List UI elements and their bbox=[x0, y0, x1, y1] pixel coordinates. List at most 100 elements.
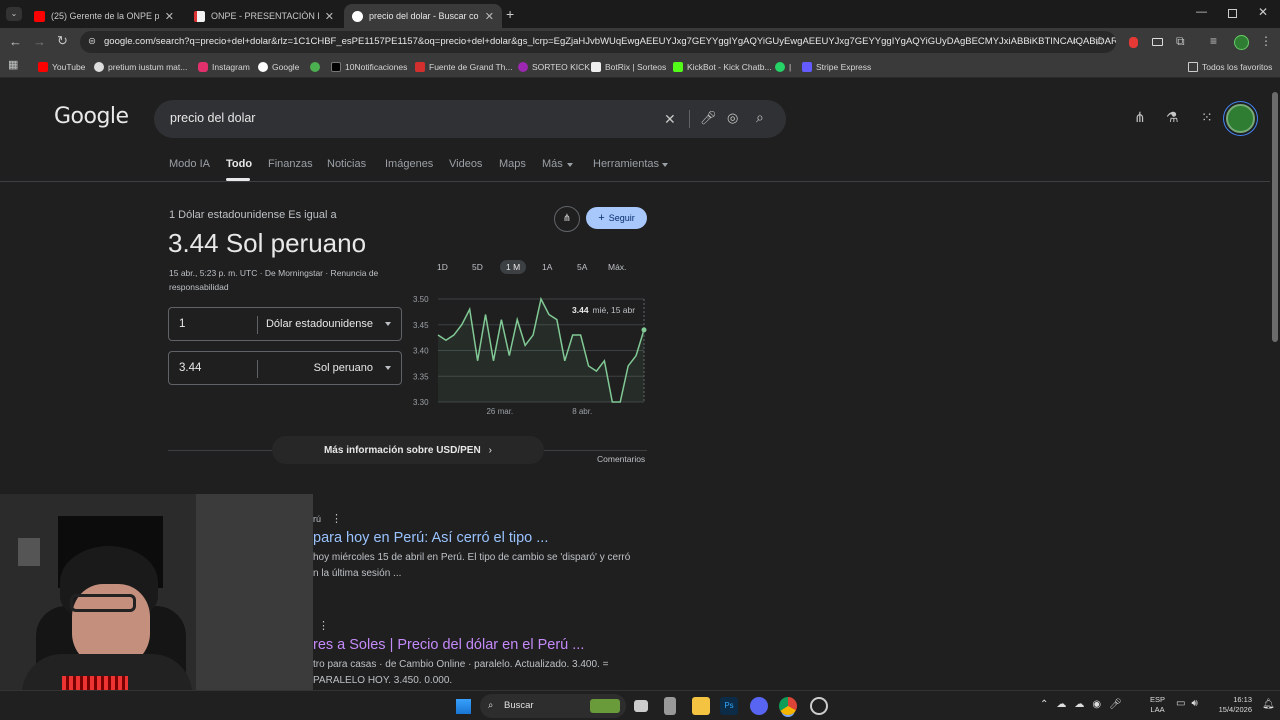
tab-imagenes[interactable]: Imágenes bbox=[385, 158, 433, 170]
window-close-icon[interactable]: ✕ bbox=[1258, 5, 1268, 19]
chart-tooltip: 3.44 mié, 15 abr bbox=[572, 305, 635, 315]
to-amount-input[interactable]: 3.44 bbox=[179, 362, 201, 374]
tab-onpe[interactable]: ONPE - PRESENTACIÓN DE RES ✕ bbox=[186, 4, 342, 28]
extension-card-icon[interactable] bbox=[1152, 38, 1163, 46]
reading-list-icon[interactable]: ≡ bbox=[1210, 35, 1217, 47]
minimize-icon[interactable]: — bbox=[1196, 6, 1207, 18]
from-amount-input[interactable]: 1 bbox=[179, 318, 185, 330]
result-title-1[interactable]: para hoy en Perú: Así cerró el tipo ... bbox=[313, 530, 548, 546]
bookmark-label: Todos los favoritos bbox=[1202, 62, 1273, 72]
search-box[interactable]: precio del dolar ✕ 🎤︎ ◎ ⌕ bbox=[154, 100, 786, 138]
more-options-icon[interactable]: ⋮ bbox=[331, 512, 342, 525]
bookmark-instagram[interactable]: Instagram bbox=[198, 60, 250, 74]
reload-icon[interactable]: ↻ bbox=[57, 34, 68, 47]
range-5d[interactable]: 5D bbox=[472, 260, 483, 274]
all-bookmarks[interactable]: Todos los favoritos bbox=[1188, 60, 1272, 74]
microphone-icon[interactable]: 🎤︎ bbox=[700, 111, 717, 124]
discord-icon[interactable] bbox=[750, 697, 768, 715]
menu-icon[interactable]: ⋮ bbox=[1260, 35, 1272, 47]
pin-app-icon[interactable] bbox=[664, 697, 676, 715]
page-scrollbar[interactable] bbox=[1270, 80, 1280, 690]
tab-maps[interactable]: Maps bbox=[499, 158, 526, 170]
tab-mas[interactable]: Más bbox=[542, 158, 563, 170]
site-info-icon[interactable]: ⊜ bbox=[88, 31, 96, 53]
range-1a[interactable]: 1A bbox=[542, 260, 552, 274]
close-icon[interactable]: ✕ bbox=[165, 10, 174, 23]
chevron-down-icon bbox=[385, 366, 391, 370]
zoom-icon[interactable]: ⌕ bbox=[1072, 36, 1078, 47]
google-logo[interactable]: Google bbox=[54, 104, 129, 129]
share-button[interactable]: ⋔ bbox=[554, 206, 580, 232]
webcam-overlay bbox=[0, 494, 313, 692]
bookmark-star-icon[interactable]: ☆ bbox=[1094, 35, 1105, 47]
result-title-2[interactable]: res a Soles | Precio del dólar en el Per… bbox=[313, 637, 584, 653]
tab-google-search[interactable]: precio del dolar - Buscar con Go ✕ bbox=[344, 4, 502, 28]
more-options-icon[interactable]: ⋮ bbox=[318, 619, 329, 632]
range-1d[interactable]: 1D bbox=[437, 260, 448, 274]
search-icon[interactable]: ⌕ bbox=[756, 110, 764, 124]
forward-icon[interactable]: → bbox=[33, 35, 46, 48]
address-bar[interactable]: ⊜ google.com/search?q=precio+del+dolar&r… bbox=[80, 31, 1116, 53]
share-icon[interactable]: ⋔ bbox=[1134, 110, 1146, 124]
chrome-icon[interactable] bbox=[779, 697, 797, 715]
bookmark-10notificaciones[interactable]: 10Notificaciones bbox=[331, 60, 407, 74]
bookmark-kickbot[interactable]: KickBot - Kick Chatb... bbox=[673, 60, 772, 74]
clear-icon[interactable]: ✕ bbox=[664, 112, 676, 126]
tab-youtube[interactable]: (25) Gerente de la ONPE podría ✕ bbox=[26, 4, 182, 28]
bookmark-google[interactable]: Google bbox=[258, 60, 299, 74]
bookmark-grand-theft[interactable]: Fuente de Grand Th... bbox=[415, 60, 512, 74]
close-icon[interactable]: ✕ bbox=[325, 10, 334, 23]
notification-icon[interactable]: 🔔︎ bbox=[1262, 699, 1275, 710]
more-info-button[interactable]: Más información sobre USD/PEN › bbox=[272, 436, 544, 464]
extension-red-icon[interactable] bbox=[1129, 37, 1138, 48]
extensions-icon[interactable]: ⧉ bbox=[1176, 35, 1185, 47]
result-snippet-2b: PARALELO HOY. 3.450. 0.000. bbox=[313, 675, 453, 686]
restore-icon[interactable] bbox=[1228, 9, 1237, 18]
bookmark-whatsapp[interactable]: | bbox=[775, 60, 791, 74]
profile-avatar[interactable] bbox=[1234, 35, 1249, 50]
file-explorer-icon[interactable] bbox=[692, 697, 710, 715]
tab-noticias[interactable]: Noticias bbox=[327, 158, 366, 170]
range-5a[interactable]: 5A bbox=[577, 260, 587, 274]
bookmark-stripe[interactable]: Stripe Express bbox=[802, 60, 871, 74]
windows-start-icon[interactable] bbox=[455, 698, 471, 714]
range-max[interactable]: Máx. bbox=[608, 260, 626, 274]
follow-button[interactable]: + Seguir bbox=[586, 207, 647, 229]
taskbar-search[interactable]: ⌕ Buscar bbox=[480, 694, 626, 718]
from-currency-select[interactable]: Dólar estadounidense bbox=[266, 318, 373, 330]
system-tray-icons[interactable]: ⌃☁☁◉🎤︎ bbox=[1040, 699, 1130, 710]
disclaimer-link[interactable]: responsabilidad bbox=[169, 282, 229, 292]
apps-grid-icon[interactable]: ⁙ bbox=[1201, 110, 1213, 124]
tab-list-button[interactable]: ⌄ bbox=[6, 7, 22, 21]
tab-modo-ia[interactable]: Modo IA bbox=[169, 158, 210, 170]
task-view-icon[interactable] bbox=[634, 700, 648, 712]
labs-icon[interactable]: ⚗ bbox=[1166, 110, 1179, 124]
tab-finanzas[interactable]: Finanzas bbox=[268, 158, 313, 170]
apps-icon[interactable]: ▦ bbox=[8, 60, 18, 71]
lens-icon[interactable]: ◎ bbox=[727, 111, 738, 124]
bookmark-youtube[interactable]: YouTube bbox=[38, 60, 85, 74]
network-volume-icons[interactable]: ▭🔊︎ bbox=[1176, 698, 1204, 709]
tab-todo[interactable]: Todo bbox=[226, 158, 252, 170]
account-avatar[interactable] bbox=[1226, 104, 1255, 133]
back-icon[interactable]: ← bbox=[9, 35, 22, 48]
language-indicator[interactable]: ESP LAA bbox=[1150, 695, 1165, 715]
new-tab-icon[interactable]: + bbox=[506, 6, 514, 22]
app-icon[interactable] bbox=[810, 697, 828, 715]
feedback-link[interactable]: Comentarios bbox=[597, 454, 645, 464]
result-source: rú bbox=[313, 514, 322, 524]
clock[interactable]: 16:13 15/4/2026 bbox=[1212, 695, 1252, 715]
tab-herramientas[interactable]: Herramientas bbox=[593, 158, 659, 170]
tab-videos[interactable]: Videos bbox=[449, 158, 482, 170]
close-icon[interactable]: ✕ bbox=[485, 10, 494, 23]
scrollbar-thumb[interactable] bbox=[1272, 92, 1278, 342]
photoshop-icon[interactable]: Ps bbox=[720, 697, 738, 715]
search-input[interactable]: precio del dolar bbox=[170, 111, 255, 125]
bookmark-colorful[interactable] bbox=[310, 60, 324, 74]
range-1m[interactable]: 1 M bbox=[500, 260, 527, 274]
bookmark-botrix[interactable]: BotRix | Sorteos bbox=[591, 60, 666, 74]
bookmark-sorteo-kick[interactable]: SORTEO KICK bbox=[518, 60, 590, 74]
x-tick-label: 26 mar. bbox=[486, 407, 513, 416]
bookmark-pretium[interactable]: pretium iustum mat... bbox=[94, 60, 187, 74]
to-currency-select[interactable]: Sol peruano bbox=[314, 362, 373, 374]
